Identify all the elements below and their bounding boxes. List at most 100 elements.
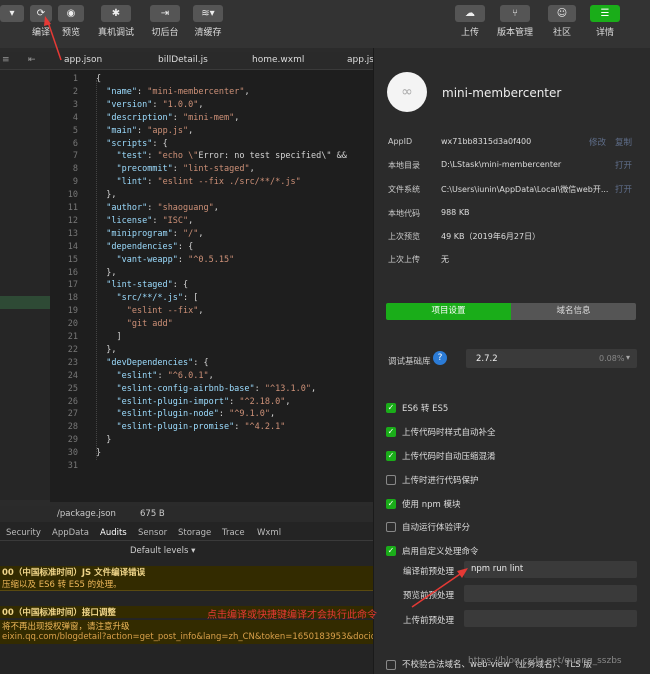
prepreview-command-input[interactable] — [464, 585, 637, 602]
split-icon[interactable]: ⇤ — [28, 55, 36, 65]
tab-wxml[interactable]: Wxml — [257, 528, 281, 538]
info-value: D:\LStask\mini-membercenter — [441, 160, 562, 169]
line-number: 4 — [72, 112, 78, 123]
line-number: 2 — [72, 86, 78, 97]
line-number: 21 — [67, 332, 78, 342]
tab-app-json[interactable]: app.json — [64, 55, 102, 65]
preview-button[interactable]: ◉ 预览 — [58, 5, 84, 38]
remote-debug-label: 真机调试 — [98, 28, 135, 38]
open-link[interactable]: 打开 — [615, 183, 632, 195]
community-button[interactable]: ☺ 社区 — [548, 5, 576, 38]
checkbox-code-protect[interactable] — [386, 475, 396, 485]
checkbox-custom-command[interactable]: ✓ — [386, 546, 396, 556]
code-line: "description": "mini-mem", — [106, 112, 240, 123]
code-line: } — [96, 448, 102, 459]
checkbox-npm[interactable]: ✓ — [386, 499, 396, 509]
line-number: 25 — [67, 383, 78, 394]
line-number: 13 — [67, 228, 78, 239]
debug-lib-label: 调试基础库 — [388, 357, 431, 367]
version-manage-label: 版本管理 — [497, 28, 534, 38]
code-line: "eslint-plugin-import": "^2.18.0", — [116, 396, 291, 407]
code-line: "main": "app.js", — [106, 125, 194, 136]
switch-icon: ⇥ — [150, 5, 180, 22]
line-number: 23 — [67, 357, 78, 368]
open-link[interactable]: 打开 — [615, 159, 632, 171]
line-number: 18 — [67, 293, 78, 304]
debug-lib-version: 2.7.2 — [476, 354, 498, 364]
code-line: }, — [96, 267, 117, 278]
mode-dropdown[interactable]: ▾ — [0, 5, 24, 22]
info-label: 本地目录 — [388, 161, 420, 170]
tab-project-settings[interactable]: 项目设置 — [386, 303, 511, 320]
link-icon: ∞ — [401, 84, 413, 100]
code-line: "vant-weapp": "^0.5.15" — [116, 254, 235, 265]
tab-app-js[interactable]: app.js — [347, 55, 374, 65]
checkbox-label: 上传时进行代码保护 — [402, 476, 479, 486]
code-line: "author": "shaoguang", — [106, 203, 219, 213]
background-label: 切后台 — [151, 28, 179, 38]
debug-lib-percent: 0.08% — [599, 354, 625, 363]
tab-appdata[interactable]: AppData — [52, 528, 89, 538]
tab-home-wxml[interactable]: home.wxml — [252, 55, 304, 65]
info-value: 49 KB（2019年6月27日） — [441, 232, 541, 241]
code-line: "devDependencies": { — [106, 357, 209, 368]
code-line: "git add" — [126, 319, 173, 330]
tab-domain-info[interactable]: 域名信息 — [511, 303, 636, 320]
list-icon[interactable]: ≡ — [2, 55, 10, 65]
background-button[interactable]: ⇥ 切后台 — [150, 5, 180, 38]
tab-storage[interactable]: Storage — [178, 528, 211, 538]
tab-audits[interactable]: Audits — [100, 528, 127, 538]
tab-sensor[interactable]: Sensor — [138, 528, 167, 538]
checkbox-label: 启用自定义处理命令 — [402, 547, 479, 557]
code-line: "dependencies": { — [106, 241, 194, 252]
selected-tree-row[interactable] — [0, 296, 50, 309]
project-name: mini-membercenter — [442, 86, 562, 100]
compile-button[interactable]: ⟳ 编译 — [30, 5, 52, 38]
copy-link[interactable]: 复制 — [615, 136, 632, 148]
code-line: "eslint-plugin-node": "^9.1.0", — [116, 409, 276, 420]
line-number: 5 — [72, 125, 78, 136]
checkbox-label: 使用 npm 模块 — [402, 500, 461, 510]
preupload-command-input[interactable] — [464, 610, 637, 627]
watermark: https://blog.csdn.net/guang_sszbs — [468, 656, 622, 666]
code-line: "version": "1.0.0", — [106, 99, 204, 110]
checkbox-label: 自动运行体验评分 — [402, 523, 471, 533]
help-icon[interactable]: ? — [433, 351, 447, 365]
precompile-command-input[interactable]: npm run lint — [464, 561, 637, 578]
debug-lib-select[interactable]: 2.7.2 0.08% ▾ — [466, 349, 637, 368]
devtools-window: ▾ ⟳ 编译 ◉ 预览 ✱ 真机调试 ⇥ 切后台 ≋▾ 清缓存 ☁ 上传 ⑂ 版本管理 ☺ 社区… — [0, 0, 650, 674]
checkbox-es6[interactable]: ✓ — [386, 403, 396, 413]
checkbox-label: 上传代码时样式自动补全 — [402, 428, 496, 438]
code-line: "precommit": "lint-staged", — [116, 164, 255, 175]
log-link[interactable]: eixin.qq.com/blogdetail?action=get_post_… — [0, 632, 373, 644]
code-line: "scripts": { — [106, 138, 168, 149]
checkbox-minify[interactable]: ✓ — [386, 451, 396, 461]
checkbox-skip-domain-check[interactable] — [386, 660, 396, 670]
checkbox-auto-audit[interactable] — [386, 522, 396, 532]
details-button[interactable]: ☰ 详情 — [590, 5, 620, 38]
info-label: 上次上传 — [388, 255, 420, 264]
clear-cache-button[interactable]: ≋▾ 清缓存 — [193, 5, 223, 38]
version-manage-button[interactable]: ⑂ 版本管理 — [497, 5, 533, 38]
remote-debug-button[interactable]: ✱ 真机调试 — [98, 5, 134, 38]
bug-icon: ✱ — [101, 5, 131, 22]
tab-trace[interactable]: Trace — [222, 528, 245, 538]
code-line: { — [96, 74, 102, 84]
upload-label: 上传 — [460, 28, 479, 38]
log-line: 将不再出现授权弹窗，请注意升级 — [0, 620, 373, 632]
tab-billdetail-js[interactable]: billDetail.js — [158, 55, 208, 65]
toolbar: ▾ ⟳ 编译 ◉ 预览 ✱ 真机调试 ⇥ 切后台 ≋▾ 清缓存 ☁ 上传 ⑂ 版本管理 ☺ 社区… — [0, 0, 650, 48]
upload-button[interactable]: ☁ 上传 — [455, 5, 485, 38]
checkbox-style-complete[interactable]: ✓ — [386, 427, 396, 437]
checkbox-label: ES6 转 ES5 — [402, 404, 449, 414]
log-level-dropdown[interactable]: Default levels ▾ — [130, 546, 195, 556]
tab-security[interactable]: Security — [6, 528, 41, 538]
line-number: 30 — [67, 448, 78, 459]
modify-link[interactable]: 修改 — [589, 136, 606, 148]
line-number: 27 — [67, 409, 78, 420]
file-path: /package.json — [57, 509, 116, 519]
code-line: "name": "mini-membercenter", — [106, 86, 250, 97]
code-editor[interactable]: 1 {2 "name": "mini-membercenter", 3 "versi… — [50, 70, 373, 502]
code-line: "eslint": "^6.0.1", — [116, 370, 214, 381]
line-number: 22 — [67, 344, 78, 355]
